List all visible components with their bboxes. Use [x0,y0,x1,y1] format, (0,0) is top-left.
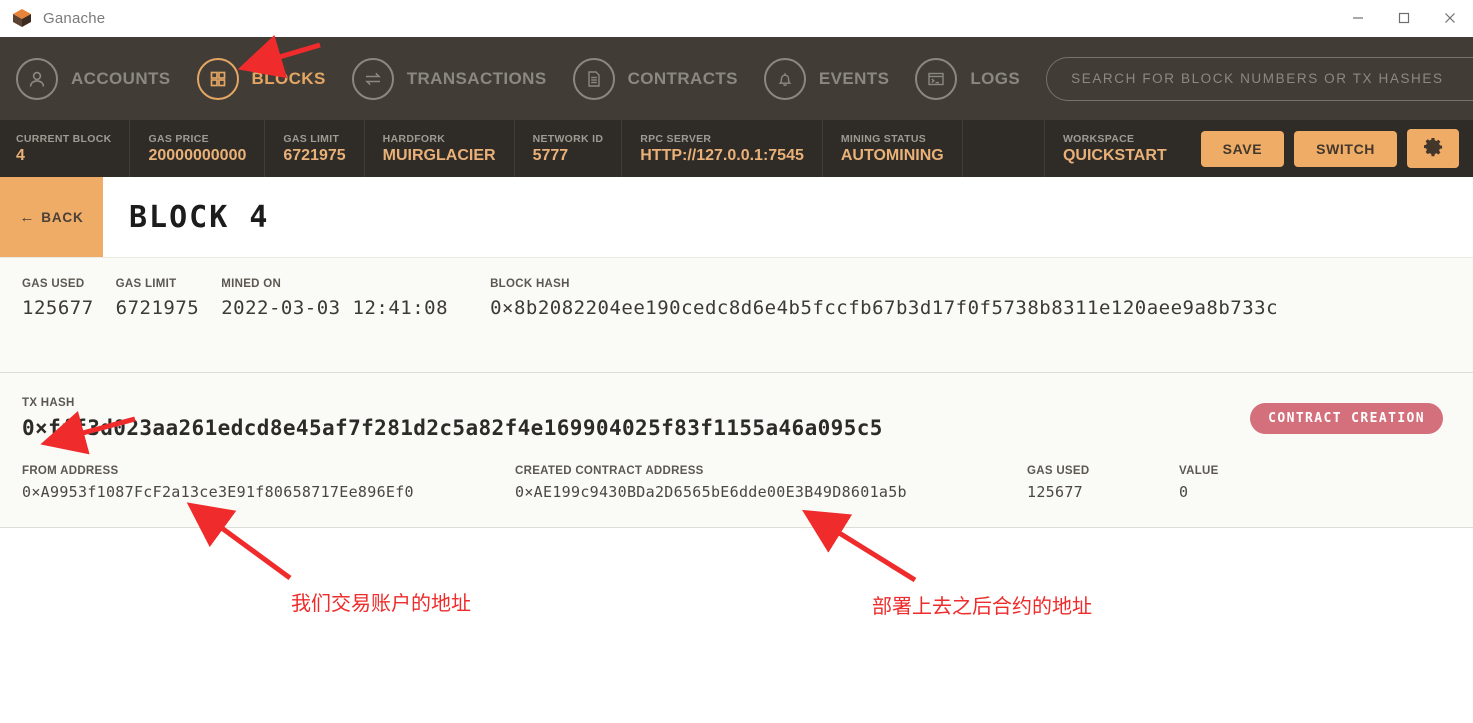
search-input[interactable] [1071,71,1473,86]
stat-label: GAS PRICE [148,133,209,145]
stat-gas-limit: GAS LIMIT 6721975 [265,120,365,177]
stat-label: HARDFORK [382,133,446,145]
field-label: CREATED CONTRACT ADDRESS [515,465,704,477]
terminal-window-icon [915,57,958,100]
minimize-icon [1353,17,1363,19]
nav-item-logs[interactable]: LOGS [915,57,1021,100]
field-label: GAS USED [1027,465,1090,477]
settings-button[interactable] [1407,129,1459,168]
stat-value: 20000000000 [148,147,247,164]
stat-value: 6721975 [283,147,346,164]
exchange-arrows-icon [351,57,394,100]
field-label: GAS LIMIT [115,278,177,290]
field-value: 6721975 [115,297,200,319]
stat-current-block: CURRENT BLOCK 4 [0,120,131,177]
document-icon [572,57,615,100]
stat-label: MINING STATUS [840,133,927,145]
field-label: FROM ADDRESS [22,465,119,477]
page-title: BLOCK 4 [129,199,270,235]
field-value: 2022-03-03 12:41:08 [221,297,449,319]
stat-value: AUTOMINING [840,147,944,164]
back-arrow-icon: ← [19,208,36,226]
field-value: 0×A9953f1087FcF2a13ce3E91f80658717Ee896E… [22,483,414,501]
stat-value: HTTP://127.0.0.1:7545 [640,147,804,164]
maximize-button[interactable] [1381,0,1427,37]
stat-mining-status: MINING STATUS AUTOMINING [823,120,963,177]
status-actions: SAVE SWITCH [1185,120,1473,177]
field-label: MINED ON [221,278,282,290]
stat-rpc-server: RPC SERVER HTTP://127.0.0.1:7545 [622,120,823,177]
stat-label: NETWORK ID [532,133,604,145]
field-label: BLOCK HASH [490,278,570,290]
transaction-card[interactable]: TX HASH 0×fff3d023aa261edcd8e45af7f281d2… [0,373,1473,528]
main-navigation: ACCOUNTS BLOCKS TRANSACTIONS CONTRACTS E… [0,37,1473,120]
field-value: 0×AE199c9430BDa2D6565bE6dde00E3B49D8601a… [515,483,907,501]
window-title: Ganache [43,9,106,27]
nav-label-events: EVENTS [818,68,890,88]
search-box[interactable] [1046,56,1473,101]
user-icon [16,57,58,100]
stat-label: CURRENT BLOCK [16,133,112,145]
field-block-hash: BLOCK HASH 0×8b2082204ee190cedc8d6e4b5fc… [448,276,1278,324]
field-value: 0 [1179,483,1189,501]
nav-item-transactions[interactable]: TRANSACTIONS [351,57,547,100]
page-header-row: ← BACK BLOCK 4 [0,177,1473,257]
field-from-address: FROM ADDRESS 0×A9953f1087FcF2a13ce3E91f8… [0,463,515,505]
back-button[interactable]: ← BACK [0,177,103,257]
stat-network-id: NETWORK ID 5777 [515,120,623,177]
switch-button[interactable]: SWITCH [1294,130,1397,167]
nav-label-blocks: BLOCKS [251,68,326,88]
annotation-contract-address: 部署上去之后合约的地址 [872,594,1092,618]
stat-label: RPC SERVER [640,133,712,145]
status-spacer [963,120,1045,177]
close-button[interactable] [1427,0,1473,37]
field-tx-value: VALUE 0 [1179,463,1219,505]
field-label: VALUE [1179,465,1219,477]
field-label: GAS USED [22,278,85,290]
field-gas-limit: GAS LIMIT 6721975 [94,276,200,324]
nav-label-accounts: ACCOUNTS [71,68,171,88]
transaction-fields: FROM ADDRESS 0×A9953f1087FcF2a13ce3E91f8… [0,463,1473,505]
stat-value: 4 [16,147,25,164]
stat-label: GAS LIMIT [283,133,340,145]
close-icon [1445,13,1455,23]
field-gas-used: GAS USED 125677 [0,276,94,324]
block-summary-panel: GAS USED 125677 GAS LIMIT 6721975 MINED … [0,257,1473,373]
stat-gas-price: GAS PRICE 20000000000 [130,120,266,177]
field-value: 125677 [1027,483,1083,501]
ganache-logo-icon [11,7,33,29]
minimize-button[interactable] [1335,0,1381,37]
field-value: 0×8b2082204ee190cedc8d6e4b5fccfb67b3d17f… [490,297,1279,319]
status-bar: CURRENT BLOCK 4 GAS PRICE 20000000000 GA… [0,120,1473,177]
gear-icon [1422,136,1444,161]
search-container [1046,56,1473,101]
field-created-contract-address: CREATED CONTRACT ADDRESS 0×AE199c9430BDa… [515,463,1027,505]
nav-label-logs: LOGS [970,68,1021,88]
save-button[interactable]: SAVE [1200,130,1285,167]
nav-item-events[interactable]: EVENTS [763,57,890,100]
nav-item-blocks[interactable]: BLOCKS [196,57,326,100]
nav-item-accounts[interactable]: ACCOUNTS [16,57,171,100]
stat-value: MUIRGLACIER [382,147,496,164]
field-tx-gas-used: GAS USED 125677 [1027,463,1179,505]
status-badge: CONTRACT CREATION [1250,403,1443,434]
ganache-app-window: Ganache ACCOUNTS BLOCKS TRANSACTIONS CON… [0,0,1473,723]
field-value: 125677 [22,297,94,319]
stat-workspace: WORKSPACE QUICKSTART [1045,120,1185,177]
window-titlebar: Ganache [0,0,1473,37]
stat-value: 5777 [532,147,569,164]
nav-label-transactions: TRANSACTIONS [406,68,547,88]
stat-hardfork: HARDFORK MUIRGLACIER [365,120,515,177]
nav-item-contracts[interactable]: CONTRACTS [572,57,738,100]
back-button-label: BACK [41,209,84,225]
nav-label-contracts: CONTRACTS [627,68,738,88]
annotation-from-address: 我们交易账户的地址 [291,591,471,615]
grid-icon [196,57,239,100]
stat-value: QUICKSTART [1062,147,1167,164]
maximize-icon [1398,12,1410,24]
stat-label: WORKSPACE [1062,133,1135,145]
field-mined-on: MINED ON 2022-03-03 12:41:08 [199,276,448,324]
bell-icon [763,57,806,100]
